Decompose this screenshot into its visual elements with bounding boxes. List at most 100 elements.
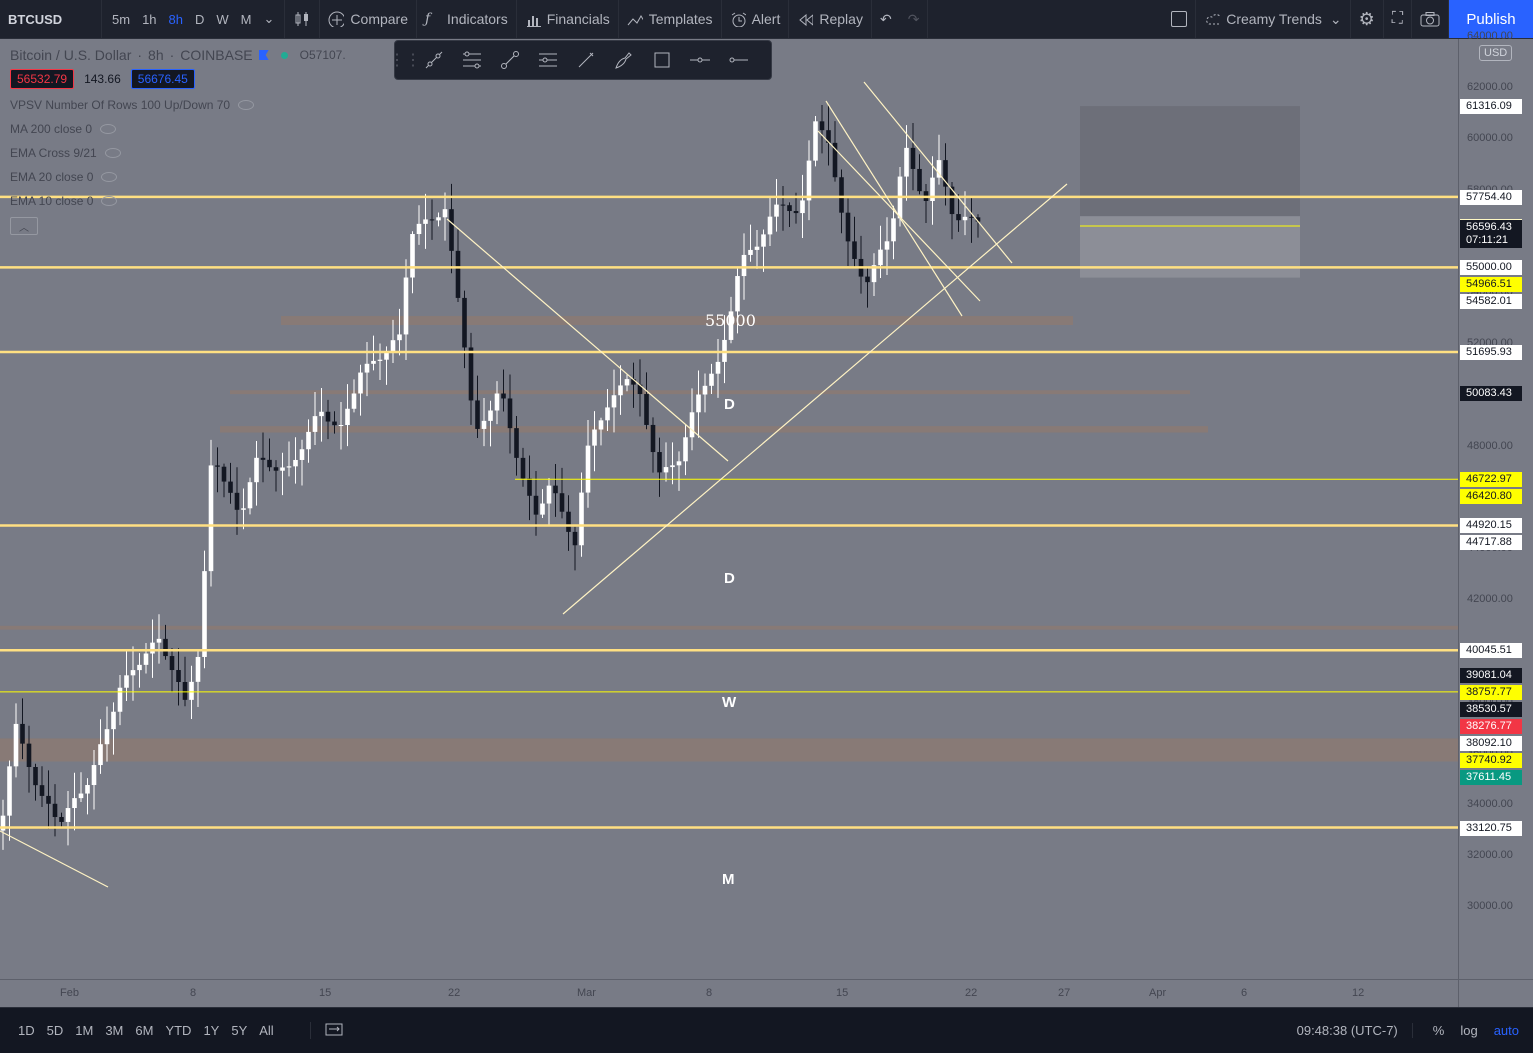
- eye-crossed-icon[interactable]: [238, 100, 255, 110]
- candle-body: [130, 670, 136, 676]
- financials-label: Financials: [546, 11, 610, 27]
- candle-body: [111, 711, 116, 730]
- compare-label: Compare: [350, 11, 409, 27]
- candle-body: [13, 723, 19, 767]
- legend-dot-separator: ·: [169, 47, 175, 63]
- candle-body: [546, 485, 552, 504]
- candle-body: [644, 394, 649, 425]
- candle-body: [891, 218, 896, 242]
- price-label: 54582.01: [1460, 293, 1522, 309]
- range-3m[interactable]: 3M: [99, 1023, 129, 1038]
- currency-badge[interactable]: USD: [1479, 45, 1513, 61]
- bid-price[interactable]: 56532.79: [10, 69, 75, 89]
- plus-circle-icon: [328, 11, 345, 27]
- range-1y[interactable]: 1Y: [197, 1023, 225, 1038]
- price-scale[interactable]: USD 64000.0062000.0060000.0058000.005600…: [1458, 30, 1533, 979]
- range-all[interactable]: All: [253, 1023, 279, 1038]
- redo-icon: ↷: [907, 10, 920, 27]
- eye-crossed-icon[interactable]: [100, 124, 117, 134]
- horizontal-ray-tool[interactable]: [719, 41, 757, 79]
- interval-5m[interactable]: 5m: [106, 12, 136, 27]
- candle-body: [475, 400, 480, 429]
- candle-body: [241, 508, 246, 510]
- range-5y[interactable]: 5Y: [225, 1023, 253, 1038]
- clock-timezone[interactable]: 09:48:38 (UTC-7): [1283, 1023, 1413, 1038]
- pitchfork-tool[interactable]: [529, 41, 567, 79]
- percent-toggle[interactable]: %: [1413, 1023, 1453, 1038]
- indicator-ma200[interactable]: MA 200 close 0: [10, 121, 346, 137]
- interval-m[interactable]: M: [235, 12, 258, 27]
- candle-body: [917, 168, 922, 192]
- candle-body: [234, 492, 240, 510]
- pitchfork-icon: [539, 53, 557, 67]
- pattern-tool[interactable]: [605, 41, 643, 79]
- templates-button[interactable]: Templates: [619, 0, 722, 38]
- price-label: 38757.77: [1460, 684, 1522, 700]
- financials-button[interactable]: Financials: [517, 0, 619, 38]
- drag-handle-icon[interactable]: ⋮⋮: [389, 41, 421, 79]
- chart-pane[interactable]: Bitcoin / U.S. Dollar · 8h · COINBASE O5…: [0, 39, 1458, 979]
- candle-body: [7, 766, 12, 816]
- compare-button[interactable]: Compare: [320, 0, 418, 38]
- collapse-legend-button[interactable]: ︿: [10, 217, 38, 235]
- legend-exchange: COINBASE: [180, 47, 253, 63]
- price-label: 38530.57: [1460, 701, 1522, 717]
- indicators-button[interactable]: ƒ Indicators: [417, 0, 517, 38]
- log-toggle[interactable]: log: [1452, 1023, 1485, 1038]
- range-1m[interactable]: 1M: [69, 1023, 99, 1038]
- eye-crossed-icon[interactable]: [104, 148, 121, 158]
- time-tick: Mar: [577, 987, 596, 999]
- interval-1h[interactable]: 1h: [136, 12, 162, 27]
- time-scale[interactable]: Feb 8 15 22 Mar 8 15 22 27 Apr 6 12: [0, 979, 1458, 1007]
- symbol-search[interactable]: BTCUSD: [0, 0, 102, 38]
- indicator-ema10[interactable]: EMA 10 close 0: [10, 193, 346, 209]
- undo-button[interactable]: ↶: [872, 0, 900, 38]
- time-tick: 27: [1058, 987, 1071, 999]
- interval-d[interactable]: D: [189, 12, 210, 27]
- indicator-ema20[interactable]: EMA 20 close 0: [10, 169, 346, 185]
- candle-body: [488, 410, 493, 421]
- date-range-button[interactable]: [309, 1022, 343, 1039]
- flag-icon[interactable]: [258, 50, 269, 60]
- eye-crossed-icon[interactable]: [101, 196, 118, 206]
- fullscreen-layout-button[interactable]: [1163, 0, 1197, 38]
- brush-tool[interactable]: [567, 41, 605, 79]
- chart-type-button[interactable]: [285, 0, 321, 38]
- eye-crossed-icon[interactable]: [101, 172, 118, 182]
- settings-button[interactable]: ⚙: [1351, 0, 1384, 38]
- layout-menu-button[interactable]: Creamy Trends ⌄: [1196, 0, 1351, 38]
- candle-body: [319, 411, 324, 417]
- candle-body: [702, 385, 708, 395]
- path-tool[interactable]: [491, 41, 529, 79]
- candle-body: [559, 493, 565, 512]
- trendline-tool[interactable]: [415, 41, 453, 79]
- price-label: 57754.40: [1460, 189, 1522, 205]
- redo-button[interactable]: ↷: [900, 0, 929, 38]
- replay-button[interactable]: Replay: [789, 0, 872, 38]
- candle-body: [962, 216, 968, 221]
- supply-zone: [0, 738, 1458, 762]
- range-6m[interactable]: 6M: [129, 1023, 159, 1038]
- interval-dropdown-icon[interactable]: ⌄: [258, 11, 281, 27]
- interval-8h[interactable]: 8h: [163, 12, 189, 27]
- horizontal-line-tool[interactable]: [681, 41, 719, 79]
- alert-button[interactable]: Alert: [722, 0, 790, 38]
- fib-tool[interactable]: [453, 41, 491, 79]
- snapshot-button[interactable]: [1412, 0, 1449, 38]
- rectangle-tool[interactable]: [643, 41, 681, 79]
- candle-body: [195, 656, 201, 682]
- range-ytd[interactable]: YTD: [159, 1023, 197, 1038]
- candle-body: [254, 457, 259, 483]
- range-1d[interactable]: 1D: [12, 1023, 41, 1038]
- indicator-ema-cross[interactable]: EMA Cross 9/21: [10, 145, 346, 161]
- interval-w[interactable]: W: [210, 12, 234, 27]
- candle-body: [468, 347, 474, 401]
- fullscreen-button[interactable]: ⛶: [1384, 0, 1412, 38]
- candle-body: [429, 219, 435, 221]
- gear-icon: ⚙: [1358, 8, 1375, 29]
- ask-price[interactable]: 56676.45: [130, 69, 195, 89]
- indicator-vpsv[interactable]: VPSV Number Of Rows 100 Up/Down 70: [10, 97, 346, 113]
- auto-toggle[interactable]: auto: [1486, 1023, 1533, 1038]
- range-5d[interactable]: 5D: [41, 1023, 70, 1038]
- scale-corner[interactable]: [1458, 979, 1533, 1007]
